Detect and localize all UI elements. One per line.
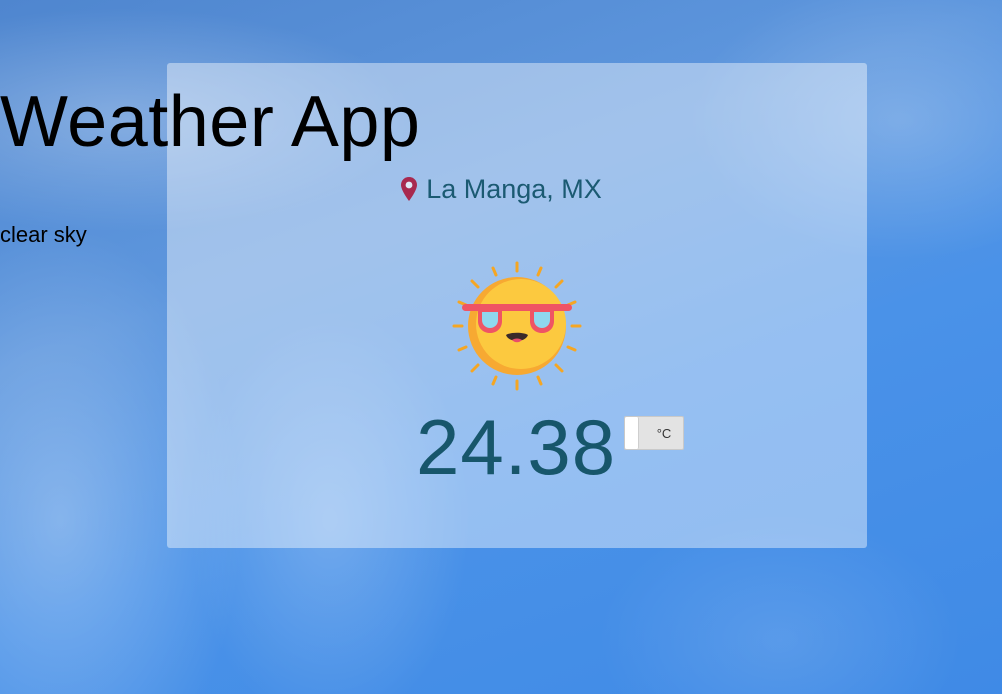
unit-label: °C: [656, 426, 672, 441]
unit-toggle[interactable]: °C: [624, 416, 684, 450]
map-pin-icon: [400, 176, 418, 202]
location-label: La Manga, MX: [426, 173, 602, 204]
toggle-knob[interactable]: [625, 417, 639, 449]
weather-description: clear sky: [0, 222, 87, 247]
app-title: Weather App: [0, 82, 421, 162]
temperature-value: 24.38: [416, 403, 617, 491]
sun-with-sunglasses-icon: [452, 261, 582, 391]
location: La Manga, MX: [0, 172, 1002, 206]
